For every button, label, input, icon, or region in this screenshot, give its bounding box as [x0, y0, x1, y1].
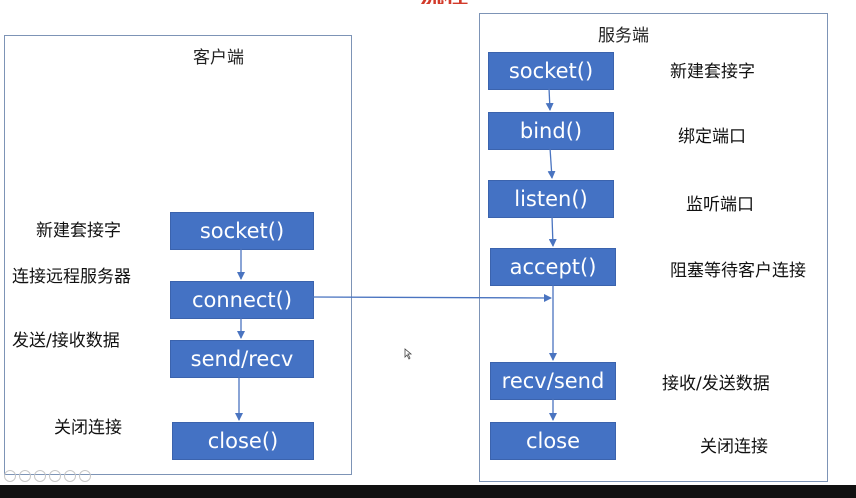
player-control-icon[interactable]: [79, 470, 91, 482]
bottom-black-bar: [0, 485, 856, 498]
video-player-controls[interactable]: [4, 470, 91, 482]
server-arrow-1: [545, 87, 554, 111]
player-control-icon[interactable]: [4, 470, 16, 482]
player-control-icon[interactable]: [34, 470, 46, 482]
player-control-icon[interactable]: [64, 470, 76, 482]
connect-to-accept-arrow: [311, 293, 552, 302]
player-control-icon[interactable]: [49, 470, 61, 482]
server-arrow-3: [548, 215, 557, 247]
server-arrow-2: [547, 147, 556, 179]
mouse-cursor-icon: [404, 348, 413, 360]
player-control-icon[interactable]: [19, 470, 31, 482]
flow-arrows: [235, 87, 557, 421]
